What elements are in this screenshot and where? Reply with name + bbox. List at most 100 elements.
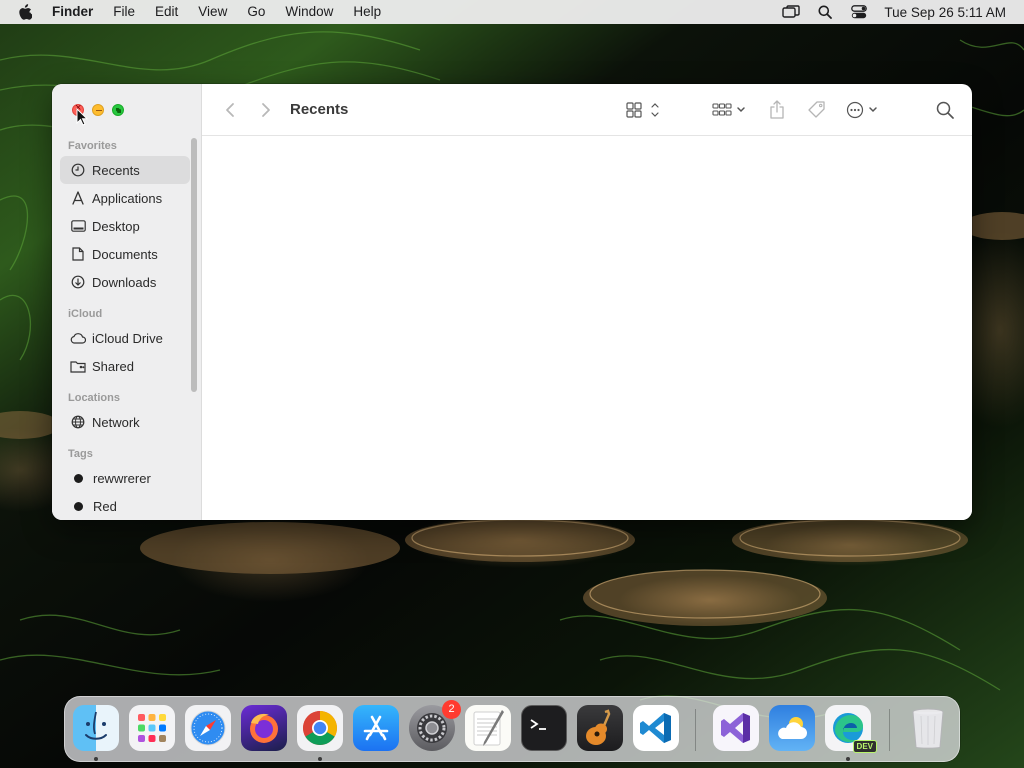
dock-terminal[interactable] bbox=[521, 705, 567, 751]
running-indicator bbox=[846, 757, 850, 761]
screen-mirroring-icon[interactable] bbox=[774, 0, 808, 24]
search-icon bbox=[937, 101, 955, 119]
menu-file[interactable]: File bbox=[103, 0, 145, 24]
sidebar-item-desktop[interactable]: Desktop bbox=[60, 212, 190, 240]
apple-menu-icon[interactable] bbox=[18, 0, 38, 24]
download-icon bbox=[70, 274, 86, 290]
dock-app-store[interactable] bbox=[353, 705, 399, 751]
dock-firefox[interactable] bbox=[241, 705, 287, 751]
finder-toolbar: Recents bbox=[202, 84, 972, 136]
dock-launchpad[interactable] bbox=[129, 705, 175, 751]
forward-button[interactable] bbox=[248, 96, 284, 124]
firefox-icon bbox=[250, 713, 278, 743]
textedit-icon bbox=[473, 710, 504, 746]
dock-chrome[interactable] bbox=[297, 705, 343, 751]
sidebar-item-tag-rewwrerer[interactable]: rewwrerer bbox=[60, 464, 190, 492]
vscode-icon bbox=[640, 713, 671, 743]
dock-separator bbox=[695, 709, 696, 751]
zoom-window-button[interactable] bbox=[112, 104, 124, 116]
dock-garageband[interactable] bbox=[577, 705, 623, 751]
sidebar-scrollbar[interactable] bbox=[191, 138, 197, 392]
applications-icon bbox=[70, 190, 86, 206]
back-button[interactable] bbox=[212, 96, 248, 124]
mouse-cursor-icon bbox=[76, 108, 88, 126]
sidebar-item-label: Documents bbox=[92, 246, 158, 262]
spotlight-search-icon[interactable] bbox=[808, 0, 842, 24]
more-actions-button[interactable] bbox=[844, 96, 884, 124]
tag-color-dot bbox=[74, 501, 83, 511]
dev-label: DEV bbox=[852, 740, 877, 753]
visual-studio-icon bbox=[721, 713, 750, 743]
sidebar-item-label: rewwrerer bbox=[93, 470, 151, 486]
sidebar-item-label: Applications bbox=[92, 190, 163, 206]
sidebar-item-network[interactable]: Network bbox=[60, 408, 190, 436]
tag-color-dot bbox=[74, 473, 83, 483]
safari-icon bbox=[190, 710, 226, 746]
dock-system-settings[interactable]: 2 bbox=[409, 700, 461, 751]
dock-weather[interactable] bbox=[769, 705, 815, 751]
dock-visual-studio[interactable] bbox=[713, 705, 759, 751]
menu-bar: Finder File Edit View Go Window Help Tue… bbox=[0, 0, 1024, 24]
running-indicator bbox=[94, 757, 98, 761]
group-by-button[interactable] bbox=[710, 96, 750, 124]
dock-trash[interactable] bbox=[905, 705, 951, 751]
sidebar-list: Favorites Recents Applications Desktop D… bbox=[60, 136, 190, 520]
globe-icon bbox=[70, 414, 86, 430]
sidebar-item-shared[interactable]: Shared bbox=[60, 352, 190, 380]
view-mode-button[interactable] bbox=[624, 96, 664, 124]
tags-button[interactable] bbox=[802, 96, 832, 124]
dock: 2 DEV bbox=[64, 696, 960, 762]
forward-icon bbox=[262, 102, 270, 117]
finder-sidebar: Favorites Recents Applications Desktop D… bbox=[52, 84, 202, 520]
dock-safari[interactable] bbox=[185, 705, 231, 751]
dock-textedit[interactable] bbox=[465, 705, 511, 751]
tag-icon bbox=[808, 100, 826, 118]
sidebar-item-label: Downloads bbox=[92, 274, 157, 290]
menu-edit[interactable]: Edit bbox=[145, 0, 188, 24]
sidebar-item-icloud-drive[interactable]: iCloud Drive bbox=[60, 324, 190, 352]
group-icon bbox=[712, 102, 746, 116]
sidebar-item-label: Desktop bbox=[92, 218, 140, 234]
sidebar-item-tag-red[interactable]: Red bbox=[60, 492, 190, 520]
more-actions-icon bbox=[847, 101, 878, 118]
terminal-icon bbox=[530, 719, 546, 730]
dock-finder[interactable] bbox=[73, 705, 119, 751]
minimize-window-button[interactable] bbox=[92, 104, 104, 116]
shared-folder-icon bbox=[70, 358, 86, 374]
sidebar-item-recents[interactable]: Recents bbox=[60, 156, 190, 184]
launchpad-icon bbox=[138, 714, 166, 742]
search-button[interactable] bbox=[930, 96, 960, 124]
menu-app-name[interactable]: Finder bbox=[52, 0, 103, 24]
sidebar-item-label: Shared bbox=[92, 358, 134, 374]
window-title: Recents bbox=[290, 101, 349, 118]
sidebar-section-favorites: Favorites bbox=[68, 140, 117, 152]
dock-separator bbox=[889, 709, 890, 751]
menubar-clock[interactable]: Tue Sep 26 5:11 AM bbox=[884, 5, 1006, 20]
app-store-icon bbox=[363, 715, 389, 741]
back-icon bbox=[226, 102, 234, 117]
control-center-icon[interactable] bbox=[842, 0, 876, 24]
menu-view[interactable]: View bbox=[188, 0, 237, 24]
sidebar-item-label: Recents bbox=[92, 162, 140, 178]
finder-window: Favorites Recents Applications Desktop D… bbox=[52, 84, 972, 520]
clock-icon bbox=[70, 162, 86, 178]
sidebar-item-label: Network bbox=[92, 414, 140, 430]
file-list-area[interactable] bbox=[202, 136, 972, 520]
share-button[interactable] bbox=[762, 96, 792, 124]
menu-go[interactable]: Go bbox=[237, 0, 275, 24]
share-icon bbox=[770, 99, 785, 119]
sidebar-item-documents[interactable]: Documents bbox=[60, 240, 190, 268]
dock-vscode[interactable] bbox=[633, 705, 679, 751]
finder-icon bbox=[85, 711, 107, 740]
dock-edge-dev[interactable]: DEV bbox=[825, 705, 877, 753]
notification-badge: 2 bbox=[442, 700, 461, 719]
sidebar-item-downloads[interactable]: Downloads bbox=[60, 268, 190, 296]
running-indicator bbox=[318, 757, 322, 761]
document-icon bbox=[70, 246, 86, 262]
icon-view-icon bbox=[626, 101, 659, 118]
weather-icon bbox=[778, 717, 807, 739]
menu-window[interactable]: Window bbox=[275, 0, 343, 24]
sidebar-item-applications[interactable]: Applications bbox=[60, 184, 190, 212]
menu-help[interactable]: Help bbox=[343, 0, 391, 24]
chrome-icon bbox=[303, 711, 337, 745]
